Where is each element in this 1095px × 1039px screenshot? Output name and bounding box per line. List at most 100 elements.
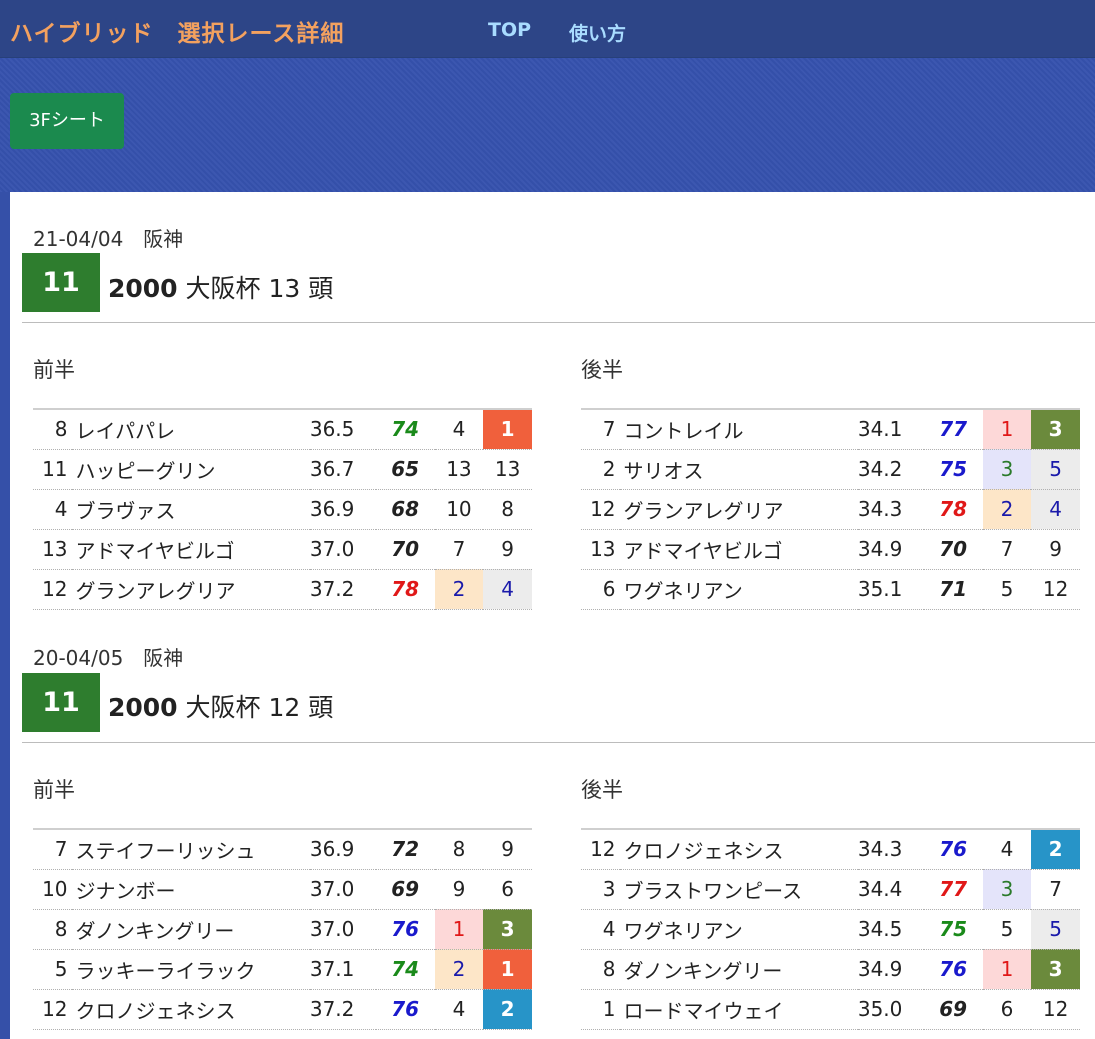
race-title: 2000 大阪杯 12 頭 [108, 688, 333, 724]
horse-row: 11 ハッピーグリン 36.7 65 13 13 [33, 449, 532, 490]
horse-number: 6 [581, 569, 620, 610]
rank-1: 10 [434, 489, 484, 530]
horse-row: 13 アドマイヤビルゴ 37.0 70 7 9 [33, 529, 532, 570]
split-time: 34.3 [857, 829, 924, 870]
race-distance: 2000 [108, 693, 178, 722]
3f-sheet-button[interactable]: 3Fシート [10, 93, 124, 149]
speed-score: 70 [375, 529, 435, 570]
race-number-badge: 11 [22, 253, 100, 312]
rank-1: 3 [982, 449, 1032, 490]
horse-row: 8 ダノンキングリー 37.0 76 1 3 [33, 909, 532, 950]
rank-1: 2 [434, 569, 484, 610]
race-number-badge: 11 [22, 673, 100, 732]
horse-name: ダノンキングリー [71, 909, 310, 950]
rank-2: 5 [1031, 449, 1080, 490]
horse-row: 12 グランアレグリア 37.2 78 2 4 [33, 569, 532, 610]
horse-number: 13 [581, 529, 620, 570]
horse-number: 2 [581, 449, 620, 490]
horse-row: 8 ダノンキングリー 34.9 76 1 3 [581, 949, 1080, 990]
speed-score: 68 [375, 489, 435, 530]
nav-link-usage[interactable]: 使い方 [569, 19, 626, 46]
horse-number: 13 [33, 529, 72, 570]
horse-name: ラッキーライラック [71, 949, 310, 990]
horse-name: クロノジェネシス [71, 989, 310, 1030]
horse-row: 12 クロノジェネシス 37.2 76 4 2 [33, 989, 532, 1030]
horse-row: 6 ワグネリアン 35.1 71 5 12 [581, 569, 1080, 610]
horse-row: 1 ロードマイウェイ 35.0 69 6 12 [581, 989, 1080, 1030]
horse-name: ダノンキングリー [619, 949, 858, 990]
speed-score: 72 [375, 829, 435, 870]
horse-name: グランアレグリア [71, 569, 310, 610]
split-time: 37.0 [309, 529, 376, 570]
speed-score: 74 [375, 409, 435, 450]
horse-name: グランアレグリア [619, 489, 858, 530]
front-half-table: 7 ステイフーリッシュ 36.9 72 8 9 10 ジナンボー 37.0 69 9 6 8 ダノンキング… [33, 828, 532, 1030]
split-time: 35.0 [857, 989, 924, 1030]
horse-row: 7 コントレイル 34.1 77 1 3 [581, 409, 1080, 450]
horse-number: 11 [33, 449, 72, 490]
rank-2: 1 [483, 409, 532, 450]
horse-number: 5 [33, 949, 72, 990]
rank-2: 4 [483, 569, 532, 610]
horse-name: アドマイヤビルゴ [71, 529, 310, 570]
race-detail-panel: 21-04/04 阪神 11 2000 大阪杯 13 頭 前半 後半 8 レイパパ… [10, 192, 1095, 1039]
split-time: 36.9 [309, 829, 376, 870]
nav-link-top[interactable]: TOP [488, 19, 531, 41]
horse-row: 12 クロノジェネシス 34.3 76 4 2 [581, 829, 1080, 870]
rank-1: 2 [982, 489, 1032, 530]
rank-1: 1 [434, 909, 484, 950]
rank-2: 12 [1031, 989, 1080, 1030]
horse-number: 4 [581, 909, 620, 950]
horse-name: コントレイル [619, 409, 858, 450]
rank-1: 1 [982, 949, 1032, 990]
horse-row: 4 ワグネリアン 34.5 75 5 5 [581, 909, 1080, 950]
rank-2: 3 [1031, 949, 1080, 990]
horse-number: 7 [33, 829, 72, 870]
rank-1: 4 [434, 989, 484, 1030]
split-time: 35.1 [857, 569, 924, 610]
horse-name: クロノジェネシス [619, 829, 858, 870]
split-time: 34.5 [857, 909, 924, 950]
split-time: 37.1 [309, 949, 376, 990]
rank-2: 1 [483, 949, 532, 990]
horse-name: ステイフーリッシュ [71, 829, 310, 870]
speed-score: 75 [923, 909, 983, 950]
horse-number: 12 [581, 829, 620, 870]
speed-score: 69 [923, 989, 983, 1030]
race-date-venue: 20-04/05 阪神 [33, 646, 184, 670]
app-title[interactable]: ハイブリッド 選択レース詳細 [10, 14, 344, 48]
horse-name: サリオス [619, 449, 858, 490]
horse-number: 12 [33, 989, 72, 1030]
rank-2: 3 [483, 909, 532, 950]
race-title: 2000 大阪杯 13 頭 [108, 269, 333, 305]
horse-number: 7 [581, 409, 620, 450]
rank-1: 5 [982, 569, 1032, 610]
horse-number: 4 [33, 489, 72, 530]
rank-1: 4 [434, 409, 484, 450]
rank-1: 13 [434, 449, 484, 490]
horse-number: 12 [33, 569, 72, 610]
horse-name: ロードマイウェイ [619, 989, 858, 1030]
rank-2: 5 [1031, 909, 1080, 950]
front-half-table: 8 レイパパレ 36.5 74 4 1 11 ハッピーグリン 36.7 65 13 13 4 ブラヴァス 3… [33, 408, 532, 610]
rank-1: 7 [982, 529, 1032, 570]
split-time: 37.0 [309, 909, 376, 950]
speed-score: 71 [923, 569, 983, 610]
speed-score: 70 [923, 529, 983, 570]
horse-name: ブラヴァス [71, 489, 310, 530]
rank-2: 3 [1031, 409, 1080, 450]
rank-1: 2 [434, 949, 484, 990]
divider [22, 322, 1095, 323]
race-date-venue: 21-04/04 阪神 [33, 227, 184, 251]
rank-2: 8 [483, 489, 532, 530]
horse-name: レイパパレ [71, 409, 310, 450]
horse-number: 1 [581, 989, 620, 1030]
horse-number: 8 [33, 409, 72, 450]
rank-2: 4 [1031, 489, 1080, 530]
horse-name: ジナンボー [71, 869, 310, 910]
split-time: 36.7 [309, 449, 376, 490]
split-time: 34.9 [857, 529, 924, 570]
horse-number: 8 [33, 909, 72, 950]
horse-row: 10 ジナンボー 37.0 69 9 6 [33, 869, 532, 910]
speed-score: 65 [375, 449, 435, 490]
